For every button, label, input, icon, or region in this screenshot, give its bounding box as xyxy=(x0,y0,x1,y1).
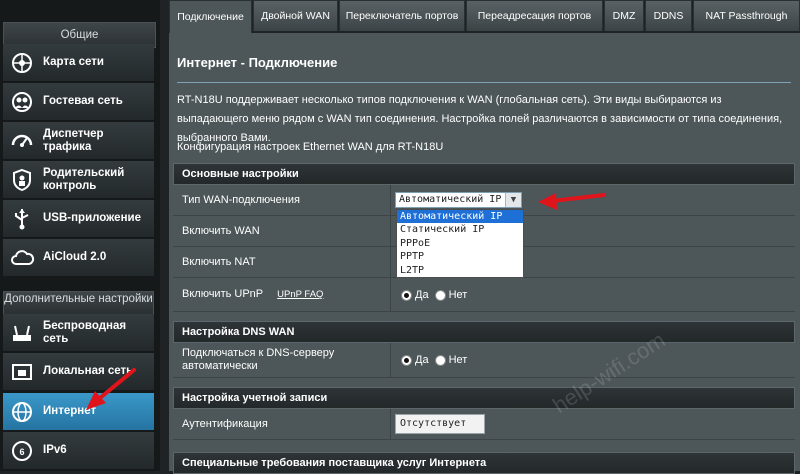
red-arrow-icon xyxy=(86,368,136,410)
red-arrow-icon xyxy=(538,193,606,210)
annotation-overlay xyxy=(86,193,606,410)
